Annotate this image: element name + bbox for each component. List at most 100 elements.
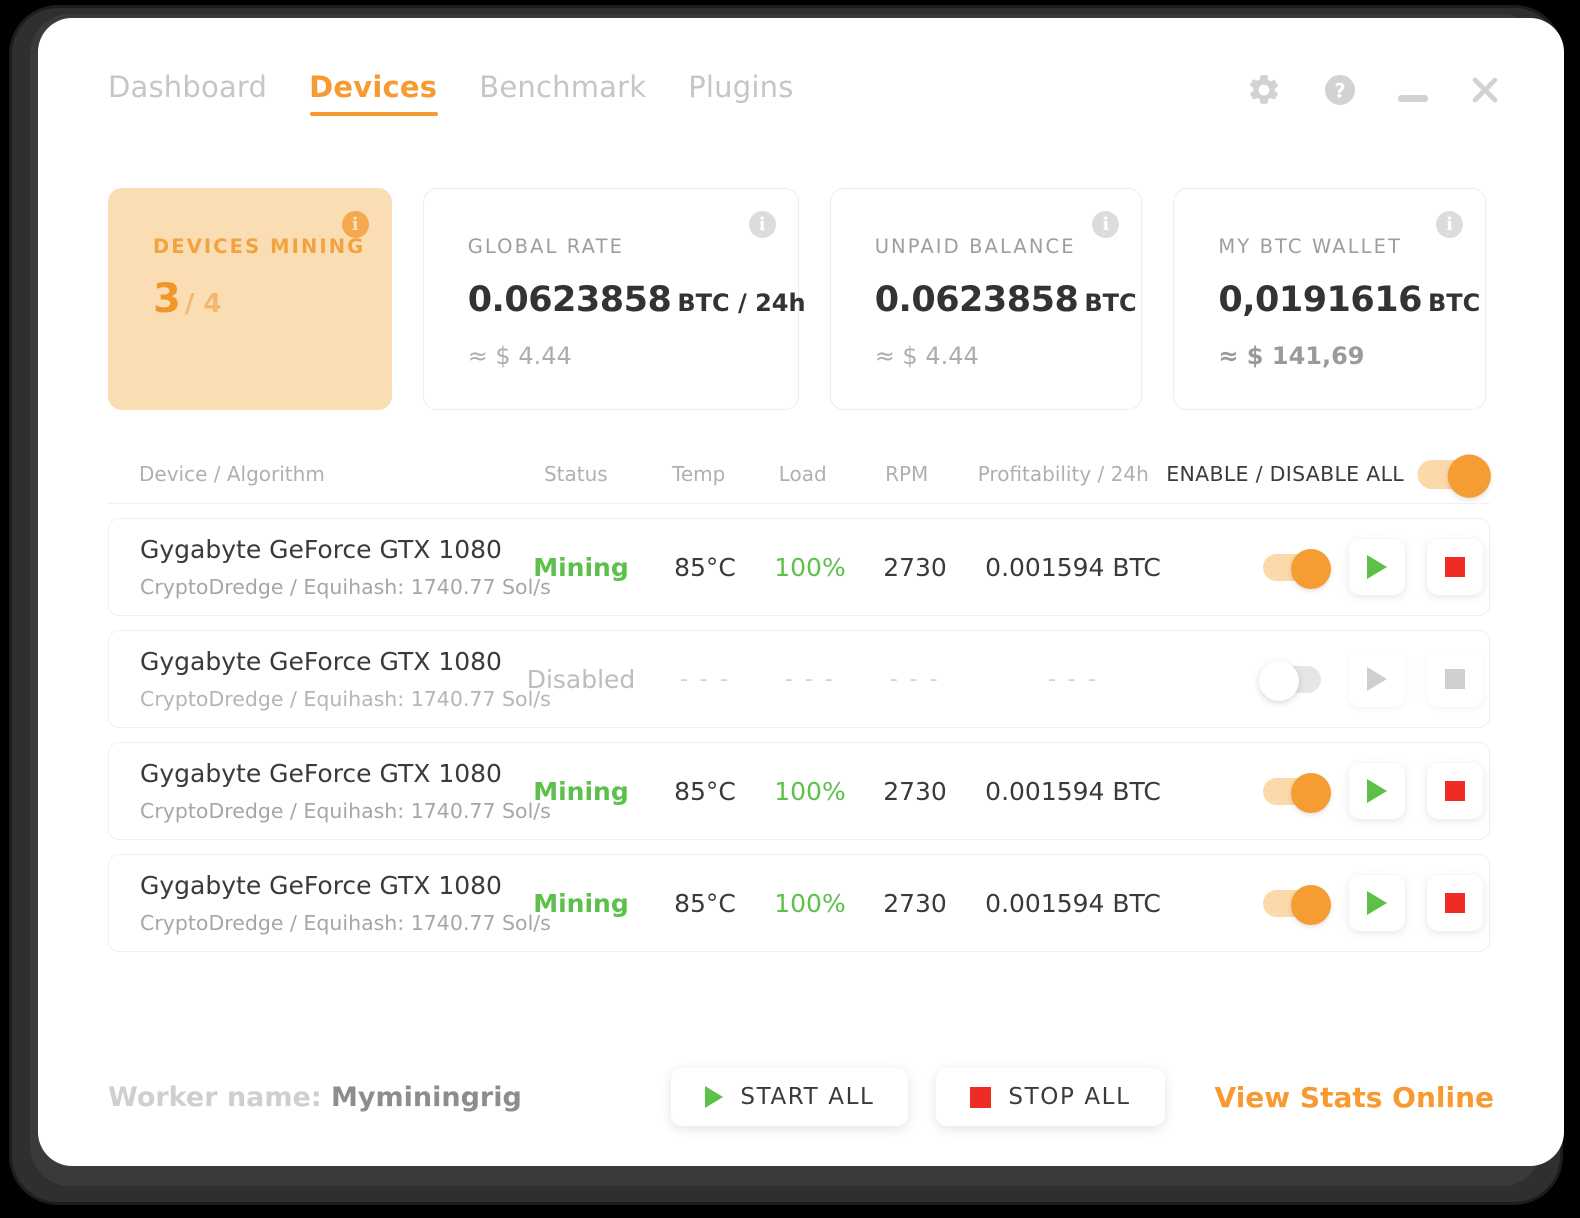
- btc-wallet-unit: BTC: [1427, 289, 1481, 317]
- info-icon[interactable]: i: [341, 211, 369, 238]
- device-cell: Gygabyte GeForce GTX 1080 CryptoDredge /…: [109, 871, 551, 935]
- load-value: 100%: [774, 552, 846, 582]
- devices-mining-count: 3/ 4: [153, 276, 391, 322]
- device-enable-toggle[interactable]: [1263, 885, 1331, 925]
- device-name: Gygabyte GeForce GTX 1080: [140, 871, 502, 900]
- gear-icon[interactable]: [1246, 72, 1282, 108]
- rpm-value: 2730: [883, 776, 947, 806]
- table-row[interactable]: Gygabyte GeForce GTX 1080 CryptoDredge /…: [108, 630, 1490, 728]
- table-row[interactable]: Gygabyte GeForce GTX 1080 CryptoDredge /…: [108, 518, 1490, 616]
- unpaid-balance-usd: ≈ $ 4.44: [874, 342, 979, 370]
- toggle-knob: [1259, 661, 1299, 701]
- devices-table: Device / Algorithm Status Temp Load RPM …: [108, 450, 1491, 952]
- enable-all-container: ENABLE / DISABLE ALL: [1166, 454, 1491, 498]
- column-header-status: Status: [543, 461, 608, 486]
- device-enable-toggle[interactable]: [1259, 661, 1327, 701]
- unpaid-balance-unit: BTC: [1084, 289, 1137, 317]
- info-icon[interactable]: i: [748, 211, 776, 238]
- temp-value: - - -: [679, 666, 731, 692]
- start-device-button[interactable]: [1349, 651, 1405, 707]
- stop-icon: [970, 1086, 992, 1108]
- status-badge: Mining: [533, 888, 629, 918]
- column-header-load: Load: [778, 461, 827, 486]
- card-label: DEVICES MINING: [153, 235, 366, 258]
- view-stats-online-link[interactable]: View Stats Online: [1215, 1081, 1494, 1114]
- btc-wallet-value: 0,0191616: [1218, 280, 1422, 320]
- top-bar: Dashboard Devices Benchmark Plugins ?: [38, 18, 1564, 168]
- stop-device-button[interactable]: [1427, 763, 1483, 819]
- tab-dashboard[interactable]: Dashboard: [108, 70, 267, 116]
- enable-all-toggle[interactable]: [1417, 454, 1491, 498]
- play-icon: [705, 1086, 724, 1108]
- info-icon[interactable]: i: [1092, 211, 1120, 238]
- toggle-knob: [1291, 549, 1331, 589]
- column-header-device: Device / Algorithm: [139, 461, 325, 486]
- card-unpaid-balance: i UNPAID BALANCE 0.0623858 BTC ≈ $ 4.44: [829, 188, 1143, 410]
- stop-device-button[interactable]: [1427, 875, 1483, 931]
- rpm-value: - - -: [889, 666, 941, 692]
- worker-name-label: Worker name:: [108, 1081, 322, 1113]
- start-device-button[interactable]: [1349, 763, 1405, 819]
- play-icon: [1367, 891, 1387, 915]
- start-device-button[interactable]: [1349, 539, 1405, 595]
- table-row[interactable]: Gygabyte GeForce GTX 1080 CryptoDredge /…: [108, 742, 1490, 840]
- worker-name-value: Myminingrig: [331, 1081, 522, 1113]
- row-controls: [1177, 875, 1489, 931]
- tab-devices[interactable]: Devices: [309, 70, 439, 116]
- rpm-value: 2730: [883, 888, 947, 918]
- device-cell: Gygabyte GeForce GTX 1080 CryptoDredge /…: [109, 647, 551, 711]
- global-rate-value: 0.0623858: [467, 280, 672, 320]
- minimize-button[interactable]: [1398, 79, 1428, 102]
- enable-all-label: ENABLE / DISABLE ALL: [1166, 461, 1405, 486]
- app-window: Dashboard Devices Benchmark Plugins ? i …: [38, 18, 1564, 1166]
- mining-count-total: / 4: [184, 289, 222, 319]
- help-icon[interactable]: ?: [1322, 72, 1358, 108]
- profitability-value: - - -: [1047, 666, 1099, 692]
- device-algorithm: CryptoDredge / Equihash: 1740.77 Sol/s: [140, 575, 551, 599]
- stop-all-button[interactable]: STOP ALL: [936, 1068, 1165, 1126]
- stop-all-label: STOP ALL: [1008, 1084, 1131, 1110]
- tab-plugins[interactable]: Plugins: [688, 70, 793, 116]
- start-device-button[interactable]: [1349, 875, 1405, 931]
- card-label: GLOBAL RATE: [467, 235, 625, 258]
- global-rate-usd: ≈ $ 4.44: [467, 342, 572, 370]
- stop-icon: [1445, 669, 1465, 689]
- minimize-icon: [1398, 94, 1428, 102]
- main-nav: Dashboard Devices Benchmark Plugins: [108, 70, 836, 116]
- global-rate-unit: BTC / 24h: [677, 289, 806, 317]
- table-row[interactable]: Gygabyte GeForce GTX 1080 CryptoDredge /…: [108, 854, 1490, 952]
- unpaid-balance-value: 0.0623858: [874, 280, 1079, 320]
- stop-device-button[interactable]: [1427, 539, 1483, 595]
- play-icon: [1367, 555, 1387, 579]
- device-bezel: Dashboard Devices Benchmark Plugins ? i …: [12, 8, 1564, 1202]
- device-cell: Gygabyte GeForce GTX 1080 CryptoDredge /…: [109, 759, 551, 823]
- profitability-value: 0.001594 BTC: [985, 888, 1161, 918]
- device-algorithm: CryptoDredge / Equihash: 1740.77 Sol/s: [140, 911, 551, 935]
- card-value: 0,0191616 BTC: [1218, 280, 1485, 320]
- device-name: Gygabyte GeForce GTX 1080: [140, 647, 502, 676]
- toggle-knob: [1291, 773, 1331, 813]
- stop-icon: [1445, 781, 1465, 801]
- device-enable-toggle[interactable]: [1263, 549, 1331, 589]
- device-name: Gygabyte GeForce GTX 1080: [140, 759, 502, 788]
- card-devices-mining: i DEVICES MINING 3/ 4: [108, 188, 392, 410]
- temp-value: 85°C: [674, 776, 736, 806]
- window-controls: ?: [1206, 72, 1502, 108]
- device-name: Gygabyte GeForce GTX 1080: [140, 535, 502, 564]
- close-icon[interactable]: [1468, 73, 1502, 107]
- start-all-label: START ALL: [740, 1084, 875, 1110]
- profitability-value: 0.001594 BTC: [985, 552, 1161, 582]
- stop-device-button[interactable]: [1427, 651, 1483, 707]
- temp-value: 85°C: [674, 552, 736, 582]
- row-controls: [1177, 539, 1489, 595]
- play-icon: [1367, 779, 1387, 803]
- device-algorithm: CryptoDredge / Equihash: 1740.77 Sol/s: [140, 687, 551, 711]
- profitability-value: 0.001594 BTC: [985, 776, 1161, 806]
- info-icon[interactable]: i: [1436, 211, 1463, 238]
- card-label: UNPAID BALANCE: [874, 235, 1076, 258]
- start-all-button[interactable]: START ALL: [671, 1068, 909, 1126]
- card-value: 0.0623858 BTC: [875, 280, 1142, 320]
- tab-benchmark[interactable]: Benchmark: [479, 70, 646, 116]
- load-value: 100%: [774, 776, 846, 806]
- device-enable-toggle[interactable]: [1263, 773, 1331, 813]
